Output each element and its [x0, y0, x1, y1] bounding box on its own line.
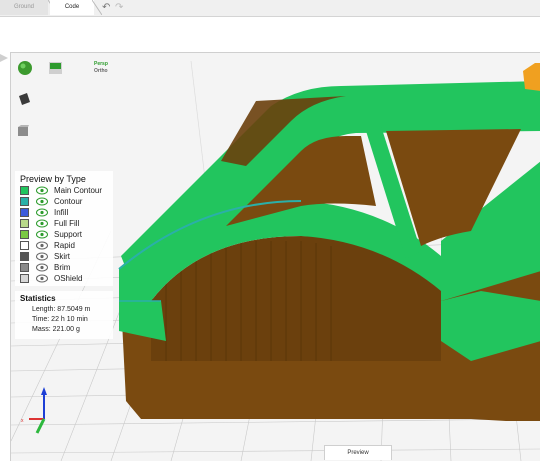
- eye-icon[interactable]: [36, 197, 48, 206]
- preview-by-type-legend: Preview by Type Main Contour Contour Inf…: [15, 171, 113, 286]
- legend-label: Support: [54, 230, 83, 239]
- legend-label: Skirt: [54, 252, 70, 261]
- tab-ground[interactable]: Ground: [0, 0, 48, 15]
- stat-mass: Mass: 221.00 g: [32, 326, 80, 333]
- legend-label: Infill: [54, 208, 69, 217]
- legend-item-contour[interactable]: Contour: [20, 197, 112, 207]
- legend-label: Main Contour: [54, 186, 103, 195]
- eye-icon[interactable]: [36, 230, 48, 239]
- legend-title: Preview by Type: [20, 174, 86, 184]
- undo-icon[interactable]: ↶: [102, 2, 110, 13]
- legend-item-infill[interactable]: Infill: [20, 208, 112, 218]
- eye-icon[interactable]: [36, 186, 48, 195]
- stat-length: Length: 87.5049 m: [32, 306, 91, 313]
- eye-icon[interactable]: [36, 252, 48, 261]
- legend-item-oshield[interactable]: OShield: [20, 274, 112, 284]
- perspective-toggle[interactable]: Persp: [94, 61, 108, 68]
- support-swatch: [20, 230, 29, 239]
- legend-item-support[interactable]: Support: [20, 230, 112, 240]
- legend-label: Rapid: [54, 241, 75, 250]
- cube-icon[interactable]: [17, 125, 29, 137]
- brim-swatch: [20, 263, 29, 272]
- stat-time: Time: 22 h 10 min: [32, 316, 88, 323]
- flat-view-icon[interactable]: [49, 62, 62, 74]
- main-contour-swatch: [20, 186, 29, 195]
- oshield-swatch: [20, 274, 29, 283]
- legend-label: Full Fill: [54, 219, 80, 228]
- preview-tab[interactable]: Preview: [324, 445, 392, 460]
- skirt-swatch: [20, 252, 29, 261]
- legend-label: Contour: [54, 197, 83, 206]
- sphere-view-icon[interactable]: [17, 60, 33, 76]
- infill-swatch: [20, 208, 29, 217]
- orthographic-toggle[interactable]: Ortho: [94, 68, 108, 75]
- tab-separator: [92, 0, 102, 15]
- full-fill-swatch: [20, 219, 29, 228]
- rapid-swatch: [20, 241, 29, 250]
- eye-icon[interactable]: [36, 241, 48, 250]
- legend-label: OShield: [54, 274, 83, 283]
- eye-icon[interactable]: [36, 274, 48, 283]
- statistics-title: Statistics: [20, 294, 56, 303]
- svg-text:x: x: [21, 418, 24, 424]
- statistics-panel: Statistics Length: 87.5049 m Time: 22 h …: [15, 291, 113, 339]
- legend-item-rapid[interactable]: Rapid: [20, 241, 112, 251]
- eye-icon[interactable]: [36, 263, 48, 272]
- contour-swatch: [20, 197, 29, 206]
- orange-handle-icon: [523, 63, 540, 91]
- legend-item-skirt[interactable]: Skirt: [20, 252, 112, 262]
- eye-icon[interactable]: [36, 219, 48, 228]
- legend-label: Brim: [54, 263, 71, 272]
- legend-item-brim[interactable]: Brim: [20, 263, 112, 273]
- corner-marker-icon: [0, 54, 8, 62]
- axes-gizmo-icon: x: [21, 387, 47, 434]
- eye-icon[interactable]: [36, 208, 48, 217]
- tab-code[interactable]: Code: [50, 0, 94, 15]
- top-toolbar: Ground Code ↶ ↷: [0, 0, 540, 17]
- object-solid-icon[interactable]: [17, 92, 31, 106]
- toolbar-strip: [0, 17, 540, 52]
- legend-item-full-fill[interactable]: Full Fill: [20, 219, 112, 229]
- legend-item-main-contour[interactable]: Main Contour: [20, 186, 112, 196]
- redo-icon[interactable]: ↷: [115, 2, 123, 13]
